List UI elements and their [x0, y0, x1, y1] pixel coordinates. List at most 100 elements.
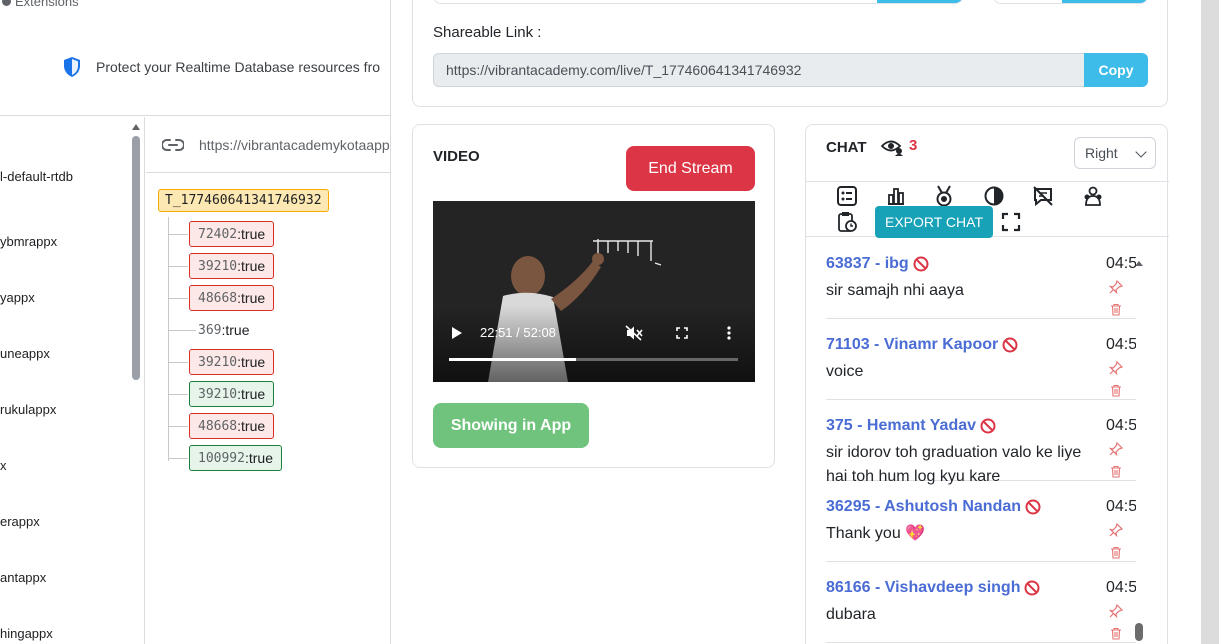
tree-node-key: 48668 [198, 418, 238, 434]
tree-node-value: true [225, 322, 250, 338]
checklist-icon[interactable] [836, 185, 858, 207]
chat-message-user[interactable]: 86166 - Vishavdeep singh [826, 579, 1040, 597]
protect-banner: Protect your Realtime Database resources… [62, 56, 380, 78]
chat-scroll-up-icon[interactable] [1135, 261, 1143, 266]
ban-user-icon[interactable] [1002, 337, 1018, 353]
video-card: VIDEO End Stream 22:51 / 52:08 Showing i… [412, 124, 775, 468]
top-select-button[interactable] [1062, 0, 1148, 3]
copy-button[interactable]: Copy [1084, 53, 1148, 87]
bar-chart-icon[interactable] [885, 185, 907, 207]
protect-text: Protect your Realtime Database resources… [96, 59, 381, 75]
database-item[interactable]: antappx [0, 570, 46, 585]
video-progress-bar[interactable] [449, 358, 738, 361]
extensions-nav[interactable]: Extensions [0, 0, 79, 9]
tree-branch-line [168, 394, 188, 395]
medal-icon[interactable] [933, 185, 955, 207]
expand-icon[interactable] [1000, 211, 1022, 233]
chat-message-time: 04:5 [1106, 417, 1136, 434]
shield-icon [64, 57, 80, 77]
viewers-eye-icon [881, 140, 903, 156]
tree-node[interactable]: 100992: true [189, 445, 282, 471]
link-icon[interactable] [162, 138, 184, 152]
chat-username: 375 - Hemant Yadav [826, 417, 977, 434]
tree-branch-line [168, 266, 188, 267]
delete-icon[interactable] [1110, 303, 1122, 316]
tree-node-value: true [241, 386, 266, 402]
chat-off-icon[interactable] [1032, 185, 1054, 207]
tree-node-value: true [241, 290, 266, 306]
ban-user-icon[interactable] [980, 418, 996, 434]
chat-message-user[interactable]: 71103 - Vinamr Kapoor [826, 336, 1018, 354]
delete-icon[interactable] [1110, 384, 1122, 397]
pin-icon[interactable] [1109, 442, 1123, 456]
chat-scroll-thumb[interactable] [1135, 623, 1143, 641]
tree-node[interactable]: 39210: true [189, 253, 275, 279]
chat-message-list[interactable]: 63837 - ibg sir samajh nhi aaya 04:5 71103 … [806, 238, 1169, 644]
pin-icon[interactable] [1109, 280, 1123, 294]
chat-message: 375 - Hemant Yadav sir idorov toh graduat… [826, 400, 1136, 485]
play-icon[interactable] [452, 327, 462, 339]
more-options-icon[interactable] [727, 326, 731, 340]
chat-username: 71103 - Vinamr Kapoor [826, 336, 999, 353]
chat-message-user[interactable]: 63837 - ibg [826, 255, 929, 273]
chat-message-user[interactable]: 375 - Hemant Yadav [826, 417, 996, 435]
chat-username: 63837 - ibg [826, 255, 909, 272]
tree-node[interactable]: 48668: true [189, 413, 275, 439]
pin-icon[interactable] [1109, 604, 1123, 618]
top-input-button[interactable] [877, 0, 963, 3]
ban-user-icon[interactable] [1025, 499, 1041, 515]
chat-message-user[interactable]: 36295 - Ashutosh Nandan [826, 498, 1041, 516]
video-title: VIDEO [433, 148, 480, 165]
chat-message-time: 04:5 [1106, 255, 1136, 272]
chat-message-text: sir samajh nhi aaya [826, 282, 964, 299]
database-list-scrollbar[interactable] [131, 120, 141, 644]
clipboard-clock-icon[interactable] [836, 211, 858, 233]
database-item[interactable]: yappx [0, 290, 35, 305]
tree-node[interactable]: 72402: true [189, 221, 275, 247]
tree-node[interactable]: 39210: true [189, 381, 275, 407]
shareable-link-input[interactable]: https://vibrantacademy.com/live/T_177460… [433, 53, 1085, 87]
showing-in-app-button[interactable]: Showing in App [433, 403, 589, 448]
database-item[interactable]: ybmrappx [0, 234, 57, 249]
tree-node[interactable]: 39210: true [189, 349, 275, 375]
ban-user-icon[interactable] [1024, 580, 1040, 596]
chat-title: CHAT [826, 139, 867, 156]
share-card: Shareable Link : https://vibrantacademy.… [412, 0, 1168, 107]
video-time: 22:51 / 52:08 [480, 325, 556, 340]
chat-message-time: 04:5 [1106, 336, 1136, 353]
fullscreen-icon[interactable] [676, 327, 688, 339]
console-header: Extensions Protect your Realtime Databas… [0, 0, 390, 116]
tree-node-key: 39210 [198, 354, 238, 370]
contrast-icon[interactable] [983, 185, 1005, 207]
users-group-icon[interactable] [1082, 185, 1104, 207]
end-stream-button[interactable]: End Stream [626, 146, 755, 191]
tree-node[interactable]: 48668: true [189, 285, 275, 311]
delete-icon[interactable] [1110, 546, 1122, 559]
ban-user-icon[interactable] [913, 256, 929, 272]
pin-icon[interactable] [1109, 361, 1123, 375]
delete-icon[interactable] [1110, 627, 1122, 640]
export-chat-button[interactable]: EXPORT CHAT [875, 206, 993, 238]
tree-branch-line [168, 458, 188, 459]
database-item[interactable]: x [0, 458, 7, 473]
mute-icon[interactable] [625, 325, 643, 341]
database-item[interactable]: rukulappx [0, 402, 56, 417]
tree-node[interactable]: 369: true [189, 317, 259, 343]
live-stream-modal: Shareable Link : https://vibrantacademy.… [390, 0, 1201, 644]
pin-icon[interactable] [1109, 523, 1123, 537]
database-url-bar: https://vibrantacademykotaapp [146, 117, 390, 173]
database-item[interactable]: erappx [0, 514, 40, 529]
database-item[interactable]: uneappx [0, 346, 50, 361]
chat-side-select[interactable]: Right [1074, 137, 1156, 169]
database-item[interactable]: hingappx [0, 626, 53, 641]
root-key-node[interactable]: T_177460641341746932 [158, 189, 329, 212]
tree-branch-line [168, 426, 188, 427]
tree-line [168, 217, 169, 461]
video-player[interactable]: 22:51 / 52:08 [433, 201, 755, 382]
delete-icon[interactable] [1110, 465, 1122, 478]
tree-branch-line [168, 298, 188, 299]
extensions-icon [2, 0, 11, 6]
scroll-thumb[interactable] [132, 136, 140, 380]
database-item[interactable]: l-default-rtdb [0, 169, 73, 184]
scroll-up-arrow-icon[interactable] [132, 124, 140, 130]
